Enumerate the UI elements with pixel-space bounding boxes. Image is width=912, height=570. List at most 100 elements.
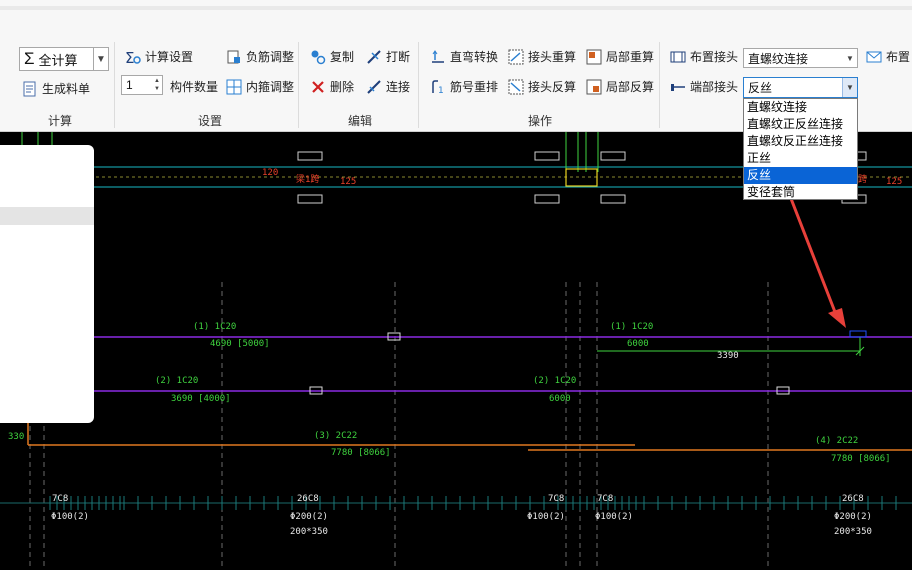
joint-type-select[interactable]: 直螺纹连接 ▼	[743, 48, 858, 68]
connect-label: 连接	[386, 80, 411, 94]
end-joint-label: 端部接头	[690, 80, 739, 94]
bill-icon	[22, 81, 38, 97]
group-title-calc: 计算	[47, 114, 72, 128]
break-button[interactable]: 打断	[366, 48, 410, 65]
rebar-label: (2) 1C20	[533, 376, 577, 386]
chevron-down-icon[interactable]: ▼	[93, 48, 108, 70]
rebar-label: (1) 1C20	[610, 322, 654, 332]
convert-icon	[430, 49, 446, 65]
stirrup-adjust-button[interactable]: 内箍调整	[226, 78, 294, 95]
chevron-down-icon[interactable]: ▼	[843, 49, 857, 67]
group-title-operations: 操作	[527, 114, 552, 128]
negative-rebar-adjust-label: 负筋调整	[246, 50, 295, 64]
straight-bend-convert-label: 直弯转换	[450, 50, 499, 64]
dropdown-option[interactable]: 正丝	[744, 150, 857, 167]
place-more-label: 布置	[886, 50, 911, 64]
group-separator	[298, 42, 299, 128]
generate-bill-label: 生成料单	[42, 82, 91, 96]
joint-recalc-button[interactable]: 接头重算	[508, 48, 576, 65]
generate-bill-button[interactable]: 生成料单	[22, 80, 90, 97]
partial-recalc-label: 局部重算	[606, 50, 655, 64]
red-label: 梁1跨	[296, 175, 320, 185]
dropdown-option[interactable]: 直螺纹正反丝连接	[744, 116, 857, 133]
left-floating-panel[interactable]	[0, 145, 94, 423]
copy-button[interactable]: 复制	[310, 48, 354, 65]
end-type-select[interactable]: 反丝 ▼	[743, 77, 858, 98]
red-label: 125	[340, 177, 357, 187]
dropdown-option[interactable]: 变径套筒	[744, 184, 857, 201]
calc-all-button[interactable]: Σ 全计算 ▼	[19, 47, 109, 71]
stirrup-spacing-label: Φ100(2)	[527, 512, 565, 522]
joint-reverse-button[interactable]: 接头反算	[508, 78, 576, 95]
chevron-down-icon[interactable]: ▼	[842, 78, 857, 97]
break-icon	[366, 49, 382, 65]
rebar-length-label: 6000	[549, 394, 571, 404]
section-size-label: 200*350	[834, 527, 872, 537]
dropdown-option[interactable]: 直螺纹连接	[744, 99, 857, 116]
delete-button[interactable]: 删除	[310, 78, 354, 95]
joint-recalc-label: 接头重算	[528, 50, 577, 64]
end-type-value: 反丝	[748, 81, 773, 95]
joint-reverse-label: 接头反算	[528, 80, 577, 94]
partial-reverse-icon	[586, 79, 602, 95]
group-title-edit: 编辑	[347, 114, 372, 128]
dropdown-option[interactable]: 直螺纹反正丝连接	[744, 133, 857, 150]
joint-highlight-marker	[849, 330, 867, 338]
title-bar-stripe	[0, 6, 912, 10]
rebar-renumber-button[interactable]: 1 筋号重排	[430, 78, 499, 96]
straight-bend-convert-button[interactable]: 直弯转换	[430, 48, 498, 65]
group-title-settings: 设置	[197, 114, 222, 128]
svg-text:Σ: Σ	[125, 49, 134, 65]
stirrup-label: 26C8	[297, 494, 319, 504]
stirrup-adjust-label: 内箍调整	[246, 80, 295, 94]
end-joint-button[interactable]: 端部接头	[670, 78, 738, 95]
stirrup-label: 7C8	[52, 494, 69, 504]
joint-reverse-icon	[508, 79, 524, 95]
stirrup-label: 7C8	[597, 494, 614, 504]
component-count-stepper[interactable]: 1 ▲ ▼	[121, 75, 163, 95]
stepper-arrows-icon[interactable]: ▲ ▼	[154, 77, 162, 93]
stirrup-spacing-label: Φ100(2)	[595, 512, 633, 522]
rebar-length-label: 3690 [4000]	[171, 394, 231, 404]
panel-selected-row[interactable]	[0, 207, 94, 225]
end-joint-icon	[670, 79, 686, 95]
rebar-label: (1) 1C20	[193, 322, 237, 332]
partial-recalc-button[interactable]: 局部重算	[586, 48, 654, 65]
joint-type-value: 直螺纹连接	[748, 51, 809, 66]
joint-recalc-icon	[508, 49, 524, 65]
red-label: 125	[886, 177, 903, 187]
rebar-label: (4) 2C22	[815, 436, 859, 446]
stirrup-spacing-label: Φ200(2)	[834, 512, 872, 522]
rebar-label: (3) 2C22	[314, 431, 358, 441]
stirrup-label: 7C8	[548, 494, 565, 504]
partial-reverse-button[interactable]: 局部反算	[586, 78, 654, 95]
end-type-dropdown-list[interactable]: 直螺纹连接 直螺纹正反丝连接 直螺纹反正丝连接 正丝 反丝 变径套筒	[743, 98, 858, 200]
break-label: 打断	[386, 50, 411, 64]
dimension-label: 330	[8, 432, 25, 442]
renumber-icon: 1	[430, 79, 446, 96]
svg-text:1: 1	[438, 86, 444, 95]
negative-rebar-adjust-button[interactable]: 负筋调整	[226, 48, 294, 65]
copy-label: 复制	[330, 50, 355, 64]
stirrup-ticks	[0, 496, 912, 510]
calc-settings-button[interactable]: Σ 计算设置	[125, 48, 194, 67]
partial-reverse-label: 局部反算	[606, 80, 655, 94]
calc-settings-label: 计算设置	[145, 50, 194, 64]
stirrup-spacing-label: Φ100(2)	[51, 512, 89, 522]
component-count-label: 构件数量	[170, 80, 219, 94]
place-more-button[interactable]: 布置	[866, 48, 910, 65]
settings-sigma-icon: Σ	[125, 49, 141, 67]
place-joint-label: 布置接头	[690, 50, 739, 64]
joint-place-icon	[670, 49, 686, 65]
partial-recalc-icon	[586, 49, 602, 65]
sigma-icon: Σ	[24, 49, 35, 68]
rebar-renumber-label: 筋号重排	[450, 80, 499, 94]
connect-icon	[366, 79, 382, 95]
place-joint-button[interactable]: 布置接头	[670, 48, 738, 65]
section-size-label: 200*350	[290, 527, 328, 537]
group-separator	[659, 42, 660, 128]
group-separator	[114, 42, 115, 128]
dropdown-option-selected[interactable]: 反丝	[744, 167, 857, 184]
rebar-length-label: 7780 [8066]	[831, 454, 891, 464]
connect-button[interactable]: 连接	[366, 78, 410, 95]
